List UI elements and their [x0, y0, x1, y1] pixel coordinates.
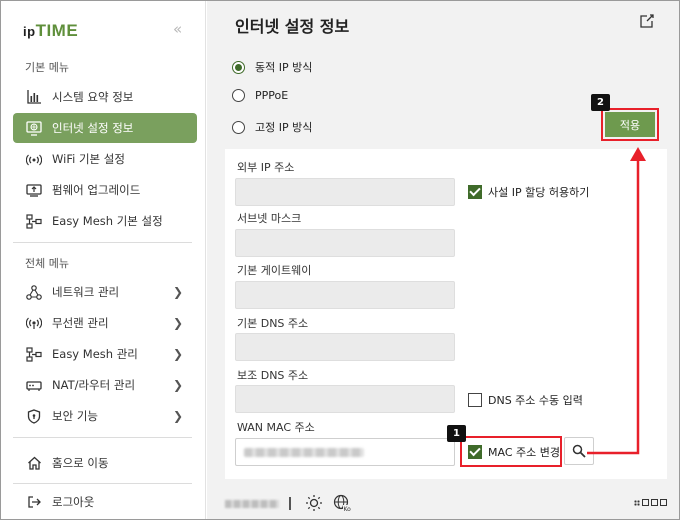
shield-icon [25, 408, 43, 424]
basic-menu-label: 기본 메뉴 [25, 61, 69, 74]
apply-button-highlight: 적용 [601, 108, 659, 141]
upgrade-icon [25, 182, 43, 198]
app-window: ipTIME « 기본 메뉴 시스템 요약 정보 인터넷 설정 정보 WiFi … [0, 0, 680, 520]
gateway-field [235, 281, 455, 309]
sidebar-item-easymesh-basic[interactable]: Easy Mesh 기본 설정 [13, 206, 197, 236]
sidebar-item-wireless[interactable]: 무선랜 관리 ❯ [13, 308, 197, 338]
subnet-label: 서브넷 마스크 [237, 212, 302, 225]
sidebar-item-firmware-upgrade[interactable]: 펌웨어 업그레이드 [13, 175, 197, 205]
dns1-label: 기본 DNS 주소 [237, 317, 309, 330]
settings-panel: 외부 IP 주소 사설 IP 할당 허용하기 서브넷 마스크 기본 게이트웨이 … [225, 149, 667, 479]
brightness-icon[interactable] [305, 494, 323, 512]
radio-button[interactable] [232, 60, 245, 74]
chevron-right-icon: ❯ [172, 347, 183, 361]
sidebar-item-internet-settings[interactable]: 인터넷 설정 정보 [13, 113, 197, 143]
checkbox-checked[interactable] [468, 444, 482, 459]
dns-manual-checkbox[interactable]: DNS 주소 수동 입력 [468, 392, 583, 408]
page-title: 인터넷 설정 정보 [235, 17, 350, 36]
radio-pppoe[interactable]: PPPoE [232, 89, 288, 102]
mac-search-button[interactable] [564, 437, 594, 465]
checkbox-unchecked[interactable] [468, 393, 482, 407]
sidebar-item-wifi-settings[interactable]: WiFi 기본 설정 [13, 144, 197, 174]
wan-mac-label: WAN MAC 주소 [237, 421, 315, 434]
redacted-mac-value [244, 447, 364, 457]
external-ip-field [235, 178, 455, 206]
radio-button[interactable] [232, 120, 245, 134]
dns2-field [235, 385, 455, 413]
redacted-firmware-version [225, 500, 279, 508]
globe-icon [25, 120, 43, 136]
checkbox-checked[interactable] [468, 185, 482, 199]
language-globe-icon[interactable]: Ko [333, 494, 352, 513]
mac-change-checkbox[interactable]: MAC 주소 변경 [460, 436, 562, 467]
chevron-right-icon: ❯ [172, 316, 183, 330]
iptime-logo: ipTIME [23, 21, 79, 40]
all-menu-label: 전체 메뉴 [25, 257, 69, 270]
radio-button[interactable] [232, 89, 245, 102]
home-link[interactable]: 홈으로 이동 [13, 448, 197, 478]
mesh-icon [25, 213, 43, 229]
chevron-right-icon: ❯ [172, 378, 183, 392]
dns1-field [235, 333, 455, 361]
chart-icon [25, 89, 43, 105]
search-icon [572, 444, 586, 458]
sidebar-item-easymesh-manage[interactable]: Easy Mesh 관리 ❯ [13, 339, 197, 369]
dns2-label: 보조 DNS 주소 [237, 369, 309, 382]
logout-link[interactable]: 로그아웃 [13, 487, 197, 517]
sidebar-item-security[interactable]: 보안 기능 ❯ [13, 401, 197, 431]
sidebar-item-network[interactable]: 네트워크 관리 ❯ [13, 277, 197, 307]
gateway-label: 기본 게이트웨이 [237, 264, 312, 277]
wifi-icon [25, 151, 43, 167]
step-1-badge: 1 [447, 425, 466, 442]
footer-separator [289, 497, 291, 510]
logout-icon [25, 494, 43, 510]
sidebar-divider [13, 483, 192, 484]
wan-mac-field[interactable] [235, 438, 455, 466]
radio-dynamic-ip[interactable]: 동적 IP 방식 [232, 59, 312, 75]
sidebar-divider [13, 437, 192, 438]
share-icon[interactable] [639, 13, 655, 29]
step-2-badge: 2 [591, 94, 610, 111]
sidebar-item-system-summary[interactable]: 시스템 요약 정보 [13, 82, 197, 112]
private-ip-checkbox[interactable]: 사설 IP 할당 허용하기 [468, 184, 589, 200]
radio-static-ip[interactable]: 고정 IP 방식 [232, 119, 312, 135]
chevron-right-icon: ❯ [172, 285, 183, 299]
subnet-field [235, 229, 455, 257]
apply-button[interactable]: 적용 [605, 112, 655, 137]
collapse-sidebar-icon[interactable]: « [173, 20, 182, 38]
svg-text:Ko: Ko [344, 506, 352, 512]
home-icon [25, 455, 43, 471]
sidebar: ipTIME « 기본 메뉴 시스템 요약 정보 인터넷 설정 정보 WiFi … [1, 1, 206, 519]
sidebar-item-nat-router[interactable]: NAT/라우터 관리 ❯ [13, 370, 197, 400]
sidebar-divider [13, 242, 192, 243]
network-icon [25, 284, 43, 300]
router-icon [25, 377, 43, 393]
wireless-icon [25, 315, 43, 331]
main-content: 인터넷 설정 정보 동적 IP 방식 PPPoE 고정 IP 방식 적용 외부 … [207, 1, 679, 519]
mesh-icon [25, 346, 43, 362]
layout-toggle-icon[interactable] [634, 499, 667, 506]
footer-bar: Ko [207, 487, 679, 519]
chevron-right-icon: ❯ [172, 409, 183, 423]
external-ip-label: 외부 IP 주소 [237, 161, 295, 174]
